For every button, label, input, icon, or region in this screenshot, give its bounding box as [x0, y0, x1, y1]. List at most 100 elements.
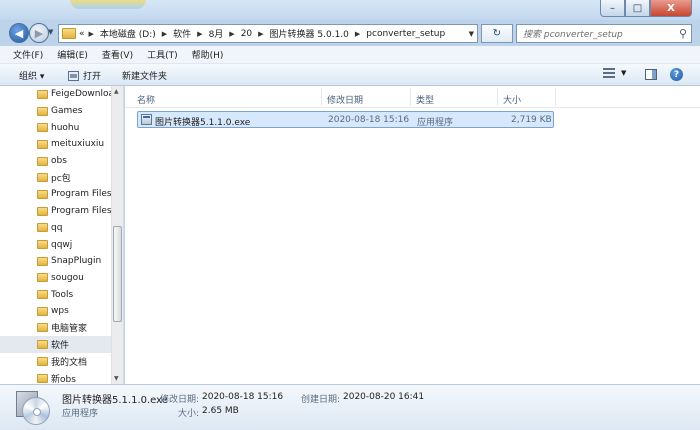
folder-icon	[37, 89, 48, 99]
chevron-right-icon[interactable]: ▶	[355, 30, 360, 38]
navigation-bar: ◀ ▶ ▼ « ▶ 本地磁盘 (D:) ▶ 软件 ▶ 8月 ▶ 20 ▶ 图片转…	[0, 20, 700, 46]
details-created-label: 创建日期:	[301, 395, 341, 405]
sidebar-item[interactable]: huohu	[0, 119, 112, 136]
chevron-right-icon[interactable]: ▶	[258, 30, 263, 38]
folder-icon	[37, 340, 48, 350]
folder-icon	[37, 206, 48, 216]
column-modified[interactable]: 修改日期	[327, 93, 363, 106]
column-name[interactable]: 名称	[137, 93, 155, 106]
menu-file[interactable]: 文件(F)	[6, 48, 50, 61]
sidebar-item[interactable]: obs	[0, 153, 112, 170]
sidebar-item-label: qqwj	[51, 239, 73, 250]
sidebar-item[interactable]: qqwj	[0, 236, 112, 253]
column-divider[interactable]	[321, 88, 322, 106]
refresh-button[interactable]: ↻	[481, 24, 513, 43]
folder-icon	[37, 173, 48, 183]
new-folder-button[interactable]: 新建文件夹	[122, 69, 167, 82]
menu-bar: 文件(F) 编辑(E) 查看(V) 工具(T) 帮助(H)	[0, 46, 700, 64]
scroll-up-icon[interactable]: ▲	[114, 88, 119, 95]
recent-pages-dropdown[interactable]: ▼	[48, 28, 53, 36]
chevron-right-icon: ▶	[88, 29, 94, 38]
minimize-button[interactable]: –	[600, 0, 625, 17]
sidebar-item[interactable]: Tools	[0, 286, 112, 303]
folder-icon	[37, 189, 48, 199]
address-bar[interactable]: « ▶ 本地磁盘 (D:) ▶ 软件 ▶ 8月 ▶ 20 ▶ 图片转换器 5.0…	[58, 24, 478, 43]
change-view-button[interactable]: ▼	[603, 68, 626, 78]
open-button[interactable]: 打开	[68, 69, 101, 82]
folder-icon	[37, 156, 48, 166]
preview-pane-button[interactable]	[645, 69, 657, 80]
menu-help[interactable]: 帮助(H)	[185, 48, 231, 61]
sidebar-item-label: wps	[51, 306, 69, 317]
column-divider[interactable]	[410, 88, 411, 106]
breadcrumb-software[interactable]: 软件	[173, 27, 191, 40]
address-dropdown-icon[interactable]: ▼	[469, 30, 474, 38]
application-icon	[141, 114, 152, 125]
column-divider[interactable]	[497, 88, 498, 106]
folder-icon	[37, 356, 48, 366]
sidebar-item[interactable]: 新obs	[0, 370, 112, 384]
breadcrumb-august[interactable]: 8月	[209, 27, 224, 40]
folder-icon	[37, 139, 48, 149]
search-icon[interactable]: ⚲	[679, 27, 687, 40]
search-input[interactable]: 搜索 pconverter_setup ⚲	[516, 24, 692, 43]
breadcrumb-converter[interactable]: 图片转换器 5.0.1.0	[270, 27, 349, 40]
column-headers: 名称 修改日期 类型 大小	[125, 86, 700, 108]
breadcrumb-current[interactable]: pconverter_setup	[366, 29, 445, 39]
close-icon: X	[667, 2, 675, 14]
sidebar-item[interactable]: 软件	[0, 336, 112, 353]
breadcrumb-20[interactable]: 20	[241, 29, 252, 39]
navigation-scrollbar[interactable]: ▲ ▼	[111, 86, 123, 384]
open-label: 打开	[83, 72, 102, 82]
sidebar-item[interactable]: FeigeDownloa	[0, 86, 112, 103]
forward-button[interactable]: ▶	[29, 23, 49, 43]
sidebar-item[interactable]: pc包	[0, 169, 112, 186]
menu-edit[interactable]: 编辑(E)	[50, 48, 95, 61]
sidebar-item[interactable]: qq	[0, 220, 112, 237]
sidebar-item[interactable]: Program Files	[0, 186, 112, 203]
folder-icon	[37, 123, 48, 133]
folder-icon	[37, 290, 48, 300]
arrow-right-icon: ▶	[34, 26, 44, 40]
folder-tree: FeigeDownloa Games huohu meituxiuxiu obs pc包 P…	[0, 86, 112, 384]
sidebar-item-label: Tools	[51, 289, 74, 300]
close-button[interactable]: X	[650, 0, 692, 17]
details-modified-value: 2020-08-18 15:16	[202, 392, 284, 402]
folder-icon	[37, 306, 48, 316]
sidebar-item[interactable]: Program Files	[0, 203, 112, 220]
sidebar-item[interactable]: wps	[0, 303, 112, 320]
navigation-pane: FeigeDownloa Games huohu meituxiuxiu obs pc包 P…	[0, 86, 124, 384]
column-divider[interactable]	[555, 88, 556, 106]
organize-button[interactable]: 组织 ▾	[19, 69, 44, 82]
breadcrumb-overflow[interactable]: «	[79, 29, 85, 39]
sidebar-item-label: 新obs	[51, 374, 76, 384]
chevron-down-icon: ▼	[621, 69, 627, 77]
view-list-icon	[603, 68, 615, 78]
back-button[interactable]: ◀	[9, 23, 29, 43]
search-placeholder: 搜索 pconverter_setup	[523, 30, 623, 40]
file-row[interactable]: 图片转换器5.1.1.0.exe 2020-08-18 15:16 应用程序 2…	[137, 111, 554, 128]
folder-icon	[62, 28, 76, 39]
sidebar-item[interactable]: Games	[0, 103, 112, 120]
help-icon[interactable]: ?	[670, 68, 683, 81]
sidebar-item[interactable]: meituxiuxiu	[0, 136, 112, 153]
maximize-button[interactable]: □	[625, 0, 650, 17]
chevron-right-icon[interactable]: ▶	[229, 30, 234, 38]
breadcrumb-drive[interactable]: 本地磁盘 (D:)	[100, 27, 156, 40]
sidebar-item-label: 软件	[51, 341, 70, 352]
chevron-right-icon[interactable]: ▶	[162, 30, 167, 38]
sidebar-item[interactable]: 我的文档	[0, 353, 112, 370]
sidebar-item[interactable]: sougou	[0, 270, 112, 287]
column-type[interactable]: 类型	[416, 93, 434, 106]
menu-view[interactable]: 查看(V)	[95, 48, 140, 61]
chevron-right-icon[interactable]: ▶	[197, 30, 202, 38]
details-pane: 图片转换器5.1.1.0.exe 应用程序 修改日期: 2020-08-18 1…	[0, 384, 700, 430]
column-size[interactable]: 大小	[503, 93, 521, 106]
scrollbar-thumb[interactable]	[113, 226, 122, 322]
minimize-icon: –	[610, 2, 615, 14]
sidebar-item[interactable]: 电脑管家	[0, 320, 112, 337]
open-icon	[68, 70, 79, 81]
sidebar-item[interactable]: SnapPlugin	[0, 253, 112, 270]
scroll-down-icon[interactable]: ▼	[114, 375, 119, 382]
menu-tools[interactable]: 工具(T)	[140, 48, 185, 61]
